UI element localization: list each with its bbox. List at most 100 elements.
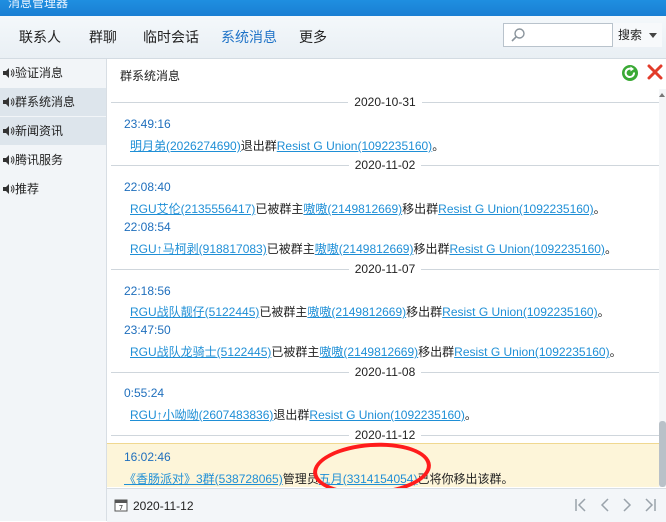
- last-page-icon[interactable]: [642, 497, 658, 513]
- group-link[interactable]: Resist G Union(1092235160): [450, 242, 605, 256]
- chevron-down-icon[interactable]: [649, 33, 657, 38]
- refresh-icon[interactable]: [621, 64, 639, 82]
- message-text: 移出群: [402, 202, 439, 216]
- message-text: 。: [597, 305, 610, 319]
- date-separator: 2020-11-12: [111, 428, 659, 442]
- message-body: RGU艾伦(2135556417)已被群主嗷嗷(2149812669)移出群Re…: [130, 200, 606, 217]
- message-text: 。: [432, 139, 445, 153]
- bottom-bar: 7 2020-11-12: [107, 488, 666, 522]
- message-time: 22:08:40: [124, 180, 171, 194]
- message-text: 已将你移出该群。: [417, 472, 514, 486]
- search-button[interactable]: 搜索: [612, 23, 662, 47]
- message-text: 。: [593, 202, 606, 216]
- sidebar-item-news[interactable]: 新闻资讯: [0, 117, 106, 145]
- prev-page-icon[interactable]: [597, 497, 613, 513]
- scroll-up-icon[interactable]: [659, 93, 665, 97]
- tab-contacts[interactable]: 联系人: [19, 27, 61, 47]
- message-time: 23:47:50: [124, 323, 171, 337]
- owner-link[interactable]: 嗷嗷(2149812669): [307, 305, 406, 319]
- user-link[interactable]: RGU艾伦(2135556417): [130, 202, 255, 216]
- user-link[interactable]: RGU战队靓仔(5122445): [130, 305, 259, 319]
- current-date: 2020-11-12: [133, 499, 194, 513]
- message-text: 已被群主: [255, 202, 304, 216]
- message-text: 已被群主: [266, 242, 315, 256]
- date-separator: 2020-10-31: [111, 95, 659, 109]
- message-text: 移出群: [406, 305, 443, 319]
- sidebar-item-verify[interactable]: 验证消息: [0, 59, 106, 87]
- sidebar-item-label: 新闻资讯: [15, 124, 64, 138]
- group-link[interactable]: Resist G Union(1092235160): [442, 305, 597, 319]
- sidebar-item-label: 推荐: [15, 182, 40, 196]
- speaker-icon: [3, 97, 15, 107]
- date-label: 2020-10-31: [348, 95, 422, 109]
- tab-temp-session[interactable]: 临时会话: [143, 27, 199, 47]
- date-separator: 2020-11-07: [111, 262, 659, 276]
- speaker-icon: [3, 184, 15, 194]
- message-text: 移出群: [418, 345, 455, 359]
- owner-link[interactable]: 嗷嗷(2149812669): [319, 345, 418, 359]
- window-title: 消息管理器: [8, 0, 69, 10]
- message-time: 22:18:56: [124, 284, 171, 298]
- next-page-icon[interactable]: [619, 497, 635, 513]
- message-text: 已被群主: [271, 345, 320, 359]
- owner-link[interactable]: 嗷嗷(2149812669): [315, 242, 414, 256]
- search-box: 搜索: [503, 23, 662, 47]
- page-title: 群系统消息: [120, 69, 181, 83]
- user-link[interactable]: 明月弟(2026274690): [130, 139, 241, 153]
- message-text: 退出群: [273, 408, 310, 422]
- speaker-icon: [3, 155, 15, 165]
- message-time: 16:02:46: [124, 450, 171, 464]
- delete-icon[interactable]: [647, 64, 663, 80]
- main-header: 群系统消息: [107, 59, 666, 89]
- tab-system-messages[interactable]: 系统消息: [221, 27, 277, 47]
- user-link[interactable]: RGU战队龙骑士(5122445): [130, 345, 271, 359]
- svg-text:7: 7: [119, 504, 123, 512]
- group-link[interactable]: Resist G Union(1092235160): [309, 408, 464, 422]
- calendar-icon[interactable]: 7: [114, 498, 128, 512]
- message-body: RGU战队靓仔(5122445)已被群主嗷嗷(2149812669)移出群Res…: [130, 303, 610, 320]
- date-separator: 2020-11-08: [111, 365, 659, 379]
- search-input[interactable]: [530, 26, 614, 46]
- sidebar-item-recommend[interactable]: 推荐: [0, 175, 106, 203]
- message-list: 2020-10-31 23:49:16 明月弟(2026274690)退出群Re…: [107, 89, 659, 487]
- search-icon: [511, 28, 525, 42]
- message-time: 0:55:24: [124, 386, 165, 400]
- date-label: 2020-11-07: [348, 262, 422, 276]
- group-link[interactable]: Resist G Union(1092235160): [438, 202, 593, 216]
- tab-group-chat[interactable]: 群聊: [89, 27, 117, 47]
- first-page-icon[interactable]: [573, 497, 589, 513]
- search-button-label: 搜索: [618, 28, 643, 42]
- user-link[interactable]: RGU↑小呦呦(2607483836): [130, 408, 273, 422]
- sidebar: 验证消息 群系统消息 新闻资讯 腾讯服务 推荐: [0, 59, 107, 521]
- title-bar: 消息管理器: [0, 0, 666, 16]
- date-separator: 2020-11-02: [111, 158, 659, 172]
- sidebar-item-label: 群系统消息: [15, 95, 76, 109]
- owner-link[interactable]: 嗷嗷(2149812669): [303, 202, 402, 216]
- scroll-thumb[interactable]: [659, 421, 666, 487]
- sidebar-item-label: 验证消息: [15, 66, 64, 80]
- date-label: 2020-11-02: [348, 158, 422, 172]
- message-text: 退出群: [240, 139, 277, 153]
- message-body: RGU战队龙骑士(5122445)已被群主嗷嗷(2149812669)移出群Re…: [130, 343, 622, 360]
- message-body: RGU↑小呦呦(2607483836)退出群Resist G Union(109…: [130, 406, 477, 423]
- message-text: 已被群主: [259, 305, 308, 319]
- speaker-icon: [3, 68, 15, 78]
- sidebar-item-group-system[interactable]: 群系统消息: [0, 88, 106, 116]
- group-link[interactable]: 《香肠派对》3群(538728065): [124, 472, 283, 486]
- speaker-icon: [3, 126, 15, 136]
- sidebar-item-tencent-service[interactable]: 腾讯服务: [0, 146, 106, 174]
- message-text: 移出群: [413, 242, 450, 256]
- group-link[interactable]: Resist G Union(1092235160): [277, 139, 432, 153]
- message-text: 。: [464, 408, 477, 422]
- date-label: 2020-11-08: [348, 365, 422, 379]
- message-body: RGU↑马柯剥(918817083)已被群主嗷嗷(2149812669)移出群R…: [130, 240, 617, 257]
- scrollbar[interactable]: [659, 89, 666, 487]
- message-text: 。: [609, 345, 622, 359]
- user-link[interactable]: RGU↑马柯剥(918817083): [130, 242, 267, 256]
- message-text: 。: [604, 242, 617, 256]
- group-link[interactable]: Resist G Union(1092235160): [454, 345, 609, 359]
- sidebar-item-label: 腾讯服务: [15, 153, 64, 167]
- top-nav: 联系人 群聊 临时会话 系统消息 更多 搜索: [0, 16, 666, 59]
- tab-more[interactable]: 更多: [299, 27, 327, 47]
- message-time: 23:49:16: [124, 117, 171, 131]
